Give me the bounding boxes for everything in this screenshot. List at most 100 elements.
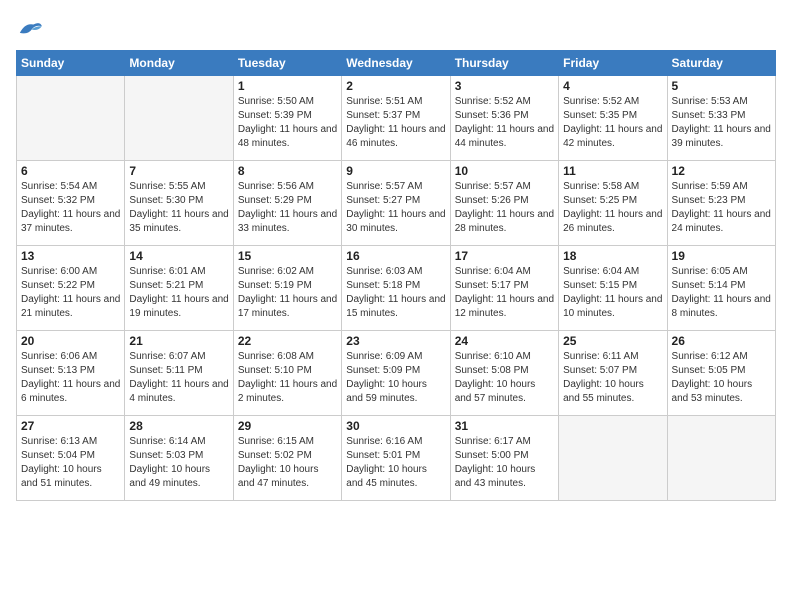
day-number: 17 [455,249,554,263]
day-detail: Sunrise: 6:06 AM Sunset: 5:13 PM Dayligh… [21,350,120,406]
day-detail: Sunrise: 6:00 AM Sunset: 5:22 PM Dayligh… [21,265,120,321]
day-of-week-header: Saturday [667,51,775,76]
day-detail: Sunrise: 5:54 AM Sunset: 5:32 PM Dayligh… [21,180,120,236]
day-detail: Sunrise: 6:07 AM Sunset: 5:11 PM Dayligh… [129,350,228,406]
calendar-week-row: 20 Sunrise: 6:06 AM Sunset: 5:13 PM Dayl… [17,331,776,416]
logo-icon [16,16,44,38]
day-detail: Sunrise: 6:08 AM Sunset: 5:10 PM Dayligh… [238,350,337,406]
day-number: 11 [563,164,662,178]
day-number: 24 [455,334,554,348]
calendar-cell: 20 Sunrise: 6:06 AM Sunset: 5:13 PM Dayl… [17,331,125,416]
day-number: 3 [455,79,554,93]
day-number: 4 [563,79,662,93]
day-number: 31 [455,419,554,433]
calendar-cell: 17 Sunrise: 6:04 AM Sunset: 5:17 PM Dayl… [450,246,558,331]
day-of-week-header: Wednesday [342,51,450,76]
day-number: 30 [346,419,445,433]
day-number: 28 [129,419,228,433]
day-detail: Sunrise: 6:04 AM Sunset: 5:15 PM Dayligh… [563,265,662,321]
calendar-cell: 23 Sunrise: 6:09 AM Sunset: 5:09 PM Dayl… [342,331,450,416]
day-detail: Sunrise: 6:12 AM Sunset: 5:05 PM Dayligh… [672,350,771,406]
day-number: 12 [672,164,771,178]
day-detail: Sunrise: 5:57 AM Sunset: 5:26 PM Dayligh… [455,180,554,236]
day-of-week-header: Monday [125,51,233,76]
calendar-cell: 15 Sunrise: 6:02 AM Sunset: 5:19 PM Dayl… [233,246,341,331]
calendar-week-row: 1 Sunrise: 5:50 AM Sunset: 5:39 PM Dayli… [17,76,776,161]
day-of-week-header: Thursday [450,51,558,76]
day-of-week-header: Friday [559,51,667,76]
day-detail: Sunrise: 5:55 AM Sunset: 5:30 PM Dayligh… [129,180,228,236]
calendar-cell: 24 Sunrise: 6:10 AM Sunset: 5:08 PM Dayl… [450,331,558,416]
day-detail: Sunrise: 6:16 AM Sunset: 5:01 PM Dayligh… [346,435,445,491]
day-number: 15 [238,249,337,263]
calendar-cell: 30 Sunrise: 6:16 AM Sunset: 5:01 PM Dayl… [342,416,450,501]
day-detail: Sunrise: 6:15 AM Sunset: 5:02 PM Dayligh… [238,435,337,491]
calendar-cell: 18 Sunrise: 6:04 AM Sunset: 5:15 PM Dayl… [559,246,667,331]
day-number: 7 [129,164,228,178]
calendar-cell: 27 Sunrise: 6:13 AM Sunset: 5:04 PM Dayl… [17,416,125,501]
calendar-cell: 7 Sunrise: 5:55 AM Sunset: 5:30 PM Dayli… [125,161,233,246]
day-number: 16 [346,249,445,263]
calendar-cell [667,416,775,501]
calendar-cell: 8 Sunrise: 5:56 AM Sunset: 5:29 PM Dayli… [233,161,341,246]
day-detail: Sunrise: 5:51 AM Sunset: 5:37 PM Dayligh… [346,95,445,151]
day-number: 22 [238,334,337,348]
calendar-cell: 2 Sunrise: 5:51 AM Sunset: 5:37 PM Dayli… [342,76,450,161]
calendar-cell: 22 Sunrise: 6:08 AM Sunset: 5:10 PM Dayl… [233,331,341,416]
day-of-week-header: Tuesday [233,51,341,76]
page-header [16,16,776,38]
day-number: 14 [129,249,228,263]
day-detail: Sunrise: 6:11 AM Sunset: 5:07 PM Dayligh… [563,350,662,406]
logo [16,16,48,38]
day-number: 18 [563,249,662,263]
day-number: 20 [21,334,120,348]
calendar-cell: 29 Sunrise: 6:15 AM Sunset: 5:02 PM Dayl… [233,416,341,501]
calendar-cell: 25 Sunrise: 6:11 AM Sunset: 5:07 PM Dayl… [559,331,667,416]
calendar-cell: 1 Sunrise: 5:50 AM Sunset: 5:39 PM Dayli… [233,76,341,161]
day-number: 21 [129,334,228,348]
day-number: 13 [21,249,120,263]
day-detail: Sunrise: 5:58 AM Sunset: 5:25 PM Dayligh… [563,180,662,236]
calendar-cell: 26 Sunrise: 6:12 AM Sunset: 5:05 PM Dayl… [667,331,775,416]
day-detail: Sunrise: 6:05 AM Sunset: 5:14 PM Dayligh… [672,265,771,321]
calendar-week-row: 6 Sunrise: 5:54 AM Sunset: 5:32 PM Dayli… [17,161,776,246]
day-number: 1 [238,79,337,93]
day-detail: Sunrise: 5:57 AM Sunset: 5:27 PM Dayligh… [346,180,445,236]
day-number: 25 [563,334,662,348]
calendar-cell: 12 Sunrise: 5:59 AM Sunset: 5:23 PM Dayl… [667,161,775,246]
day-number: 10 [455,164,554,178]
calendar-cell: 19 Sunrise: 6:05 AM Sunset: 5:14 PM Dayl… [667,246,775,331]
calendar-cell: 28 Sunrise: 6:14 AM Sunset: 5:03 PM Dayl… [125,416,233,501]
calendar-cell: 3 Sunrise: 5:52 AM Sunset: 5:36 PM Dayli… [450,76,558,161]
calendar-header-row: SundayMondayTuesdayWednesdayThursdayFrid… [17,51,776,76]
day-detail: Sunrise: 6:09 AM Sunset: 5:09 PM Dayligh… [346,350,445,406]
calendar-cell: 9 Sunrise: 5:57 AM Sunset: 5:27 PM Dayli… [342,161,450,246]
day-detail: Sunrise: 6:17 AM Sunset: 5:00 PM Dayligh… [455,435,554,491]
day-detail: Sunrise: 6:04 AM Sunset: 5:17 PM Dayligh… [455,265,554,321]
day-detail: Sunrise: 6:02 AM Sunset: 5:19 PM Dayligh… [238,265,337,321]
calendar-cell: 13 Sunrise: 6:00 AM Sunset: 5:22 PM Dayl… [17,246,125,331]
day-number: 23 [346,334,445,348]
day-number: 27 [21,419,120,433]
day-detail: Sunrise: 5:52 AM Sunset: 5:35 PM Dayligh… [563,95,662,151]
day-detail: Sunrise: 5:56 AM Sunset: 5:29 PM Dayligh… [238,180,337,236]
day-number: 29 [238,419,337,433]
day-number: 26 [672,334,771,348]
day-detail: Sunrise: 5:59 AM Sunset: 5:23 PM Dayligh… [672,180,771,236]
day-number: 6 [21,164,120,178]
day-detail: Sunrise: 6:10 AM Sunset: 5:08 PM Dayligh… [455,350,554,406]
day-number: 19 [672,249,771,263]
day-detail: Sunrise: 5:50 AM Sunset: 5:39 PM Dayligh… [238,95,337,151]
day-number: 8 [238,164,337,178]
calendar-cell: 5 Sunrise: 5:53 AM Sunset: 5:33 PM Dayli… [667,76,775,161]
day-detail: Sunrise: 6:14 AM Sunset: 5:03 PM Dayligh… [129,435,228,491]
day-detail: Sunrise: 6:01 AM Sunset: 5:21 PM Dayligh… [129,265,228,321]
calendar-table: SundayMondayTuesdayWednesdayThursdayFrid… [16,50,776,501]
calendar-cell: 4 Sunrise: 5:52 AM Sunset: 5:35 PM Dayli… [559,76,667,161]
day-detail: Sunrise: 5:53 AM Sunset: 5:33 PM Dayligh… [672,95,771,151]
calendar-cell [559,416,667,501]
calendar-cell: 31 Sunrise: 6:17 AM Sunset: 5:00 PM Dayl… [450,416,558,501]
day-number: 2 [346,79,445,93]
day-detail: Sunrise: 6:13 AM Sunset: 5:04 PM Dayligh… [21,435,120,491]
day-number: 5 [672,79,771,93]
